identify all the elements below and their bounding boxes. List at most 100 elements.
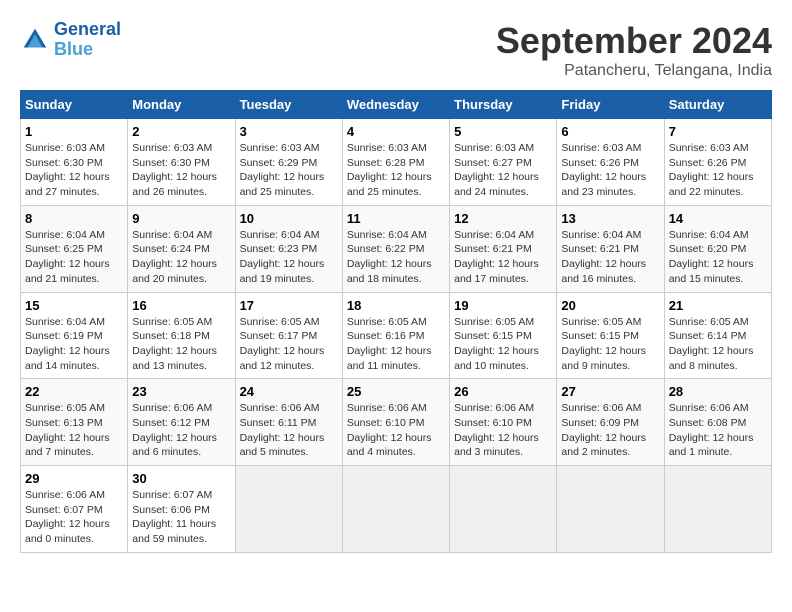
daylight-label: Daylight: 12 hours xyxy=(132,345,217,357)
day-info: Sunrise: 6:05 AM Sunset: 6:15 PM Dayligh… xyxy=(454,315,552,374)
day-cell: 7 Sunrise: 6:03 AM Sunset: 6:26 PM Dayli… xyxy=(664,119,771,206)
sunset-label: Sunset: 6:21 PM xyxy=(561,243,639,255)
daylight-label: Daylight: 12 hours xyxy=(347,171,432,183)
day-number: 8 xyxy=(25,211,123,226)
day-cell: 8 Sunrise: 6:04 AM Sunset: 6:25 PM Dayli… xyxy=(21,205,128,292)
day-cell xyxy=(557,466,664,553)
day-info: Sunrise: 6:04 AM Sunset: 6:22 PM Dayligh… xyxy=(347,228,445,287)
day-cell: 1 Sunrise: 6:03 AM Sunset: 6:30 PM Dayli… xyxy=(21,119,128,206)
sunrise-label: Sunrise: 6:04 AM xyxy=(454,229,534,241)
day-number: 6 xyxy=(561,124,659,139)
sunrise-label: Sunrise: 6:06 AM xyxy=(454,402,534,414)
sunrise-label: Sunrise: 6:04 AM xyxy=(240,229,320,241)
daylight-label: Daylight: 11 hours xyxy=(132,518,216,530)
day-info: Sunrise: 6:04 AM Sunset: 6:25 PM Dayligh… xyxy=(25,228,123,287)
day-info: Sunrise: 6:06 AM Sunset: 6:12 PM Dayligh… xyxy=(132,401,230,460)
day-cell: 28 Sunrise: 6:06 AM Sunset: 6:08 PM Dayl… xyxy=(664,379,771,466)
day-number: 3 xyxy=(240,124,338,139)
day-cell: 26 Sunrise: 6:06 AM Sunset: 6:10 PM Dayl… xyxy=(450,379,557,466)
sunrise-label: Sunrise: 6:03 AM xyxy=(25,142,105,154)
day-info: Sunrise: 6:06 AM Sunset: 6:10 PM Dayligh… xyxy=(347,401,445,460)
sunset-label: Sunset: 6:23 PM xyxy=(240,243,318,255)
day-number: 1 xyxy=(25,124,123,139)
day-number: 15 xyxy=(25,298,123,313)
day-number: 26 xyxy=(454,384,552,399)
header-cell-tuesday: Tuesday xyxy=(235,91,342,119)
sunrise-label: Sunrise: 6:05 AM xyxy=(347,316,427,328)
sunset-label: Sunset: 6:15 PM xyxy=(454,330,532,342)
sunset-label: Sunset: 6:06 PM xyxy=(132,504,210,516)
day-number: 4 xyxy=(347,124,445,139)
daylight-label: Daylight: 12 hours xyxy=(669,345,754,357)
sunrise-label: Sunrise: 6:05 AM xyxy=(454,316,534,328)
sunrise-label: Sunrise: 6:04 AM xyxy=(669,229,749,241)
day-number: 5 xyxy=(454,124,552,139)
daylight-minutes: and 20 minutes. xyxy=(132,273,207,285)
logo-icon xyxy=(20,25,50,55)
daylight-label: Daylight: 12 hours xyxy=(561,171,646,183)
daylight-label: Daylight: 12 hours xyxy=(561,432,646,444)
sunset-label: Sunset: 6:26 PM xyxy=(669,157,747,169)
day-cell xyxy=(235,466,342,553)
sunset-label: Sunset: 6:14 PM xyxy=(669,330,747,342)
day-number: 2 xyxy=(132,124,230,139)
daylight-label: Daylight: 12 hours xyxy=(25,171,110,183)
sunrise-label: Sunrise: 6:04 AM xyxy=(132,229,212,241)
day-cell: 20 Sunrise: 6:05 AM Sunset: 6:15 PM Dayl… xyxy=(557,292,664,379)
day-number: 23 xyxy=(132,384,230,399)
sunset-label: Sunset: 6:11 PM xyxy=(240,417,317,429)
daylight-label: Daylight: 12 hours xyxy=(25,345,110,357)
sunset-label: Sunset: 6:21 PM xyxy=(454,243,532,255)
sunset-label: Sunset: 6:24 PM xyxy=(132,243,210,255)
day-number: 28 xyxy=(669,384,767,399)
day-info: Sunrise: 6:04 AM Sunset: 6:20 PM Dayligh… xyxy=(669,228,767,287)
daylight-minutes: and 21 minutes. xyxy=(25,273,100,285)
day-cell: 19 Sunrise: 6:05 AM Sunset: 6:15 PM Dayl… xyxy=(450,292,557,379)
day-number: 27 xyxy=(561,384,659,399)
sunset-label: Sunset: 6:20 PM xyxy=(669,243,747,255)
sunset-label: Sunset: 6:15 PM xyxy=(561,330,639,342)
sunrise-label: Sunrise: 6:03 AM xyxy=(669,142,749,154)
day-info: Sunrise: 6:03 AM Sunset: 6:27 PM Dayligh… xyxy=(454,141,552,200)
day-cell: 30 Sunrise: 6:07 AM Sunset: 6:06 PM Dayl… xyxy=(128,466,235,553)
day-number: 11 xyxy=(347,211,445,226)
day-info: Sunrise: 6:06 AM Sunset: 6:07 PM Dayligh… xyxy=(25,488,123,547)
day-cell: 23 Sunrise: 6:06 AM Sunset: 6:12 PM Dayl… xyxy=(128,379,235,466)
day-cell: 10 Sunrise: 6:04 AM Sunset: 6:23 PM Dayl… xyxy=(235,205,342,292)
day-cell: 13 Sunrise: 6:04 AM Sunset: 6:21 PM Dayl… xyxy=(557,205,664,292)
logo: General Blue xyxy=(20,20,121,60)
sunset-label: Sunset: 6:19 PM xyxy=(25,330,103,342)
day-info: Sunrise: 6:03 AM Sunset: 6:26 PM Dayligh… xyxy=(561,141,659,200)
day-cell: 24 Sunrise: 6:06 AM Sunset: 6:11 PM Dayl… xyxy=(235,379,342,466)
daylight-label: Daylight: 12 hours xyxy=(669,171,754,183)
sunrise-label: Sunrise: 6:03 AM xyxy=(454,142,534,154)
daylight-minutes: and 13 minutes. xyxy=(132,360,207,372)
day-number: 30 xyxy=(132,471,230,486)
daylight-label: Daylight: 12 hours xyxy=(561,258,646,270)
day-number: 10 xyxy=(240,211,338,226)
daylight-label: Daylight: 12 hours xyxy=(347,432,432,444)
day-info: Sunrise: 6:06 AM Sunset: 6:11 PM Dayligh… xyxy=(240,401,338,460)
sunset-label: Sunset: 6:26 PM xyxy=(561,157,639,169)
sunset-label: Sunset: 6:22 PM xyxy=(347,243,425,255)
daylight-label: Daylight: 12 hours xyxy=(454,432,539,444)
day-number: 13 xyxy=(561,211,659,226)
day-info: Sunrise: 6:03 AM Sunset: 6:30 PM Dayligh… xyxy=(132,141,230,200)
sunrise-label: Sunrise: 6:03 AM xyxy=(240,142,320,154)
sunset-label: Sunset: 6:10 PM xyxy=(347,417,425,429)
day-cell: 4 Sunrise: 6:03 AM Sunset: 6:28 PM Dayli… xyxy=(342,119,449,206)
sunset-label: Sunset: 6:28 PM xyxy=(347,157,425,169)
daylight-minutes: and 7 minutes. xyxy=(25,446,94,458)
day-info: Sunrise: 6:03 AM Sunset: 6:30 PM Dayligh… xyxy=(25,141,123,200)
day-number: 14 xyxy=(669,211,767,226)
day-info: Sunrise: 6:04 AM Sunset: 6:23 PM Dayligh… xyxy=(240,228,338,287)
daylight-minutes: and 4 minutes. xyxy=(347,446,416,458)
day-info: Sunrise: 6:03 AM Sunset: 6:28 PM Dayligh… xyxy=(347,141,445,200)
day-cell: 15 Sunrise: 6:04 AM Sunset: 6:19 PM Dayl… xyxy=(21,292,128,379)
sunrise-label: Sunrise: 6:06 AM xyxy=(347,402,427,414)
daylight-minutes: and 25 minutes. xyxy=(240,186,315,198)
daylight-minutes: and 6 minutes. xyxy=(132,446,201,458)
day-info: Sunrise: 6:05 AM Sunset: 6:18 PM Dayligh… xyxy=(132,315,230,374)
day-cell: 21 Sunrise: 6:05 AM Sunset: 6:14 PM Dayl… xyxy=(664,292,771,379)
day-cell: 5 Sunrise: 6:03 AM Sunset: 6:27 PM Dayli… xyxy=(450,119,557,206)
